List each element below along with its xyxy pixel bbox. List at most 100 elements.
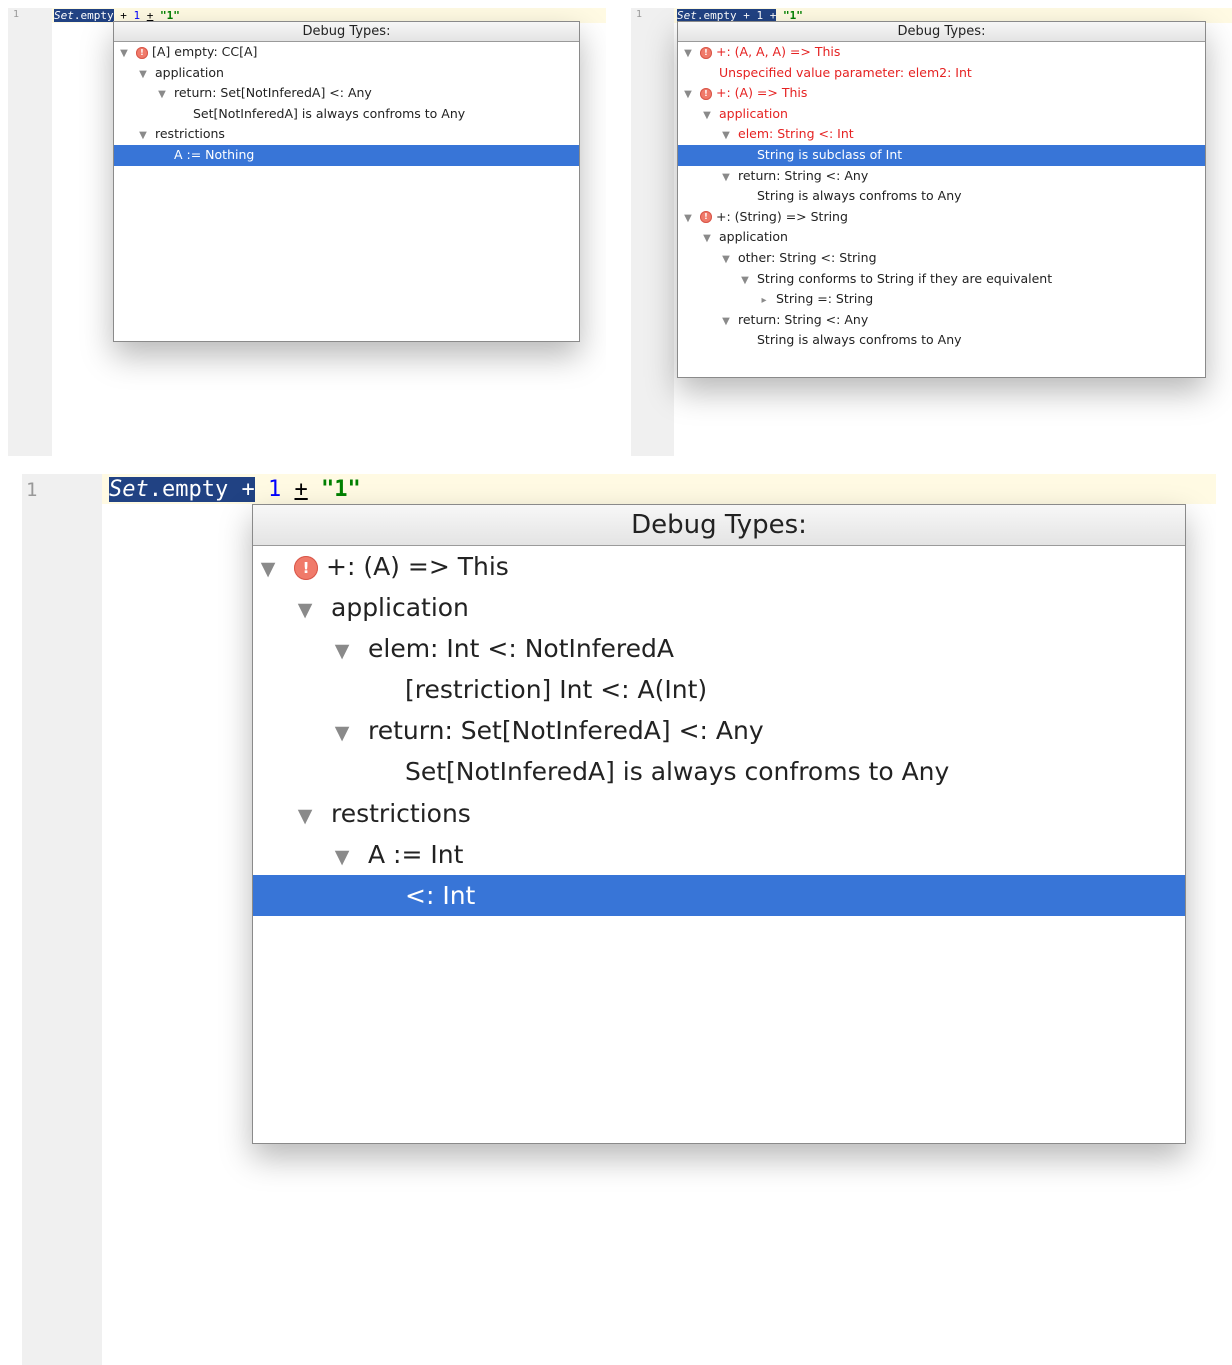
triangle-down-icon[interactable]: ▼ xyxy=(682,44,694,65)
tree-row[interactable]: ▼ return: String <: Any xyxy=(678,166,1205,187)
debug-tree[interactable]: ▼! [A] empty: CC[A] ▼ application ▼ return: S… xyxy=(114,42,579,166)
tree-row[interactable]: ▼Set[NotInferedA] is always confroms to … xyxy=(114,104,579,125)
tree-row-label: +: (A) => This xyxy=(326,552,509,581)
tree-row[interactable]: ▼ elem: String <: Int xyxy=(678,124,1205,145)
tree-row-label: [A] empty: CC[A] xyxy=(152,44,258,59)
editor-top-left: 1 Set.empty + 1 + "1" Debug Types: ▼! [A]… xyxy=(8,8,606,456)
line-number: 1 xyxy=(26,479,38,501)
tree-row[interactable]: ▼ application xyxy=(253,587,1185,628)
tree-row[interactable]: ▼ application xyxy=(678,227,1205,248)
line-number: 1 xyxy=(13,9,20,20)
tree-row-label: String conforms to String if they are eq… xyxy=(757,270,1053,286)
triangle-down-icon[interactable]: ▼ xyxy=(331,837,353,878)
tree-row-label: application xyxy=(719,229,788,245)
tree-row-label: A := Nothing xyxy=(174,146,255,162)
code-number: 1 xyxy=(267,477,282,502)
tree-row[interactable]: ▼[restriction] Int <: A(Int) xyxy=(253,669,1185,710)
tree-row[interactable]: ▼! [A] empty: CC[A] xyxy=(114,42,579,63)
triangle-down-icon[interactable]: ▼ xyxy=(701,106,713,127)
triangle-down-icon[interactable]: ▼ xyxy=(137,65,149,86)
popup-title: Debug Types: xyxy=(678,22,1205,42)
tree-row[interactable]: ▼! +: (A) => This xyxy=(678,83,1205,104)
editor-gutter xyxy=(22,474,102,1365)
triangle-down-icon[interactable]: ▼ xyxy=(294,590,316,631)
triangle-down-icon[interactable]: ▼ xyxy=(331,713,353,754)
triangle-right-icon[interactable]: ▸ xyxy=(758,291,770,312)
triangle-down-icon[interactable]: ▼ xyxy=(701,229,713,250)
triangle-down-icon[interactable]: ▼ xyxy=(739,271,751,292)
popup-title: Debug Types: xyxy=(114,22,579,42)
editor-bottom: 1 Set.empty + 1 + "1" Debug Types: ▼! +: … xyxy=(22,474,1216,1365)
triangle-down-icon[interactable]: ▼ xyxy=(682,209,694,230)
error-icon: ! xyxy=(700,46,712,59)
triangle-down-icon[interactable]: ▼ xyxy=(720,312,732,333)
triangle-down-icon[interactable]: ▼ xyxy=(156,85,168,106)
code-selection: Set.empty + xyxy=(109,477,255,502)
tree-row-label: String is always confroms to Any xyxy=(757,188,962,204)
tree-row-label: return: String <: Any xyxy=(738,167,869,183)
debug-tree[interactable]: ▼! +: (A) => This ▼ application ▼ elem: Int <… xyxy=(253,546,1185,916)
editor-top-right: 1 Set.empty + 1 + "1" Debug Types: ▼! +: … xyxy=(631,8,1232,456)
tree-row[interactable]: ▼ application xyxy=(114,63,579,84)
code-operator: + xyxy=(241,477,255,502)
tree-row[interactable]: ▼ return: Set[NotInferedA] <: Any xyxy=(114,83,579,104)
debug-tree[interactable]: ▼!+: (A, A, A) => This▼Unspecified value… xyxy=(678,42,1205,351)
tree-row-label: return: String <: Any xyxy=(738,311,869,327)
tree-row[interactable]: ▼ other: String <: String xyxy=(678,248,1205,269)
code-dot: . xyxy=(148,477,162,502)
tree-row-label: Unspecified value parameter: elem2: Int xyxy=(719,64,972,80)
triangle-down-icon[interactable]: ▼ xyxy=(720,126,732,147)
tree-row[interactable]: ▼ String conforms to String if they are e… xyxy=(678,269,1205,290)
tree-row[interactable]: ▼ restrictions xyxy=(114,124,579,145)
code-object: Set xyxy=(109,477,149,502)
tree-row-label: +: (A) => This xyxy=(716,85,808,101)
triangle-down-icon[interactable]: ▼ xyxy=(331,631,353,672)
triangle-down-icon[interactable]: ▼ xyxy=(294,796,316,837)
editor-gutter xyxy=(631,8,674,456)
tree-row[interactable]: ▼ restrictions xyxy=(253,793,1185,834)
code-selection: Set.empty xyxy=(54,9,114,22)
code-line[interactable]: Set.empty + 1 + "1" xyxy=(109,475,361,505)
code-method: empty xyxy=(162,477,229,502)
tree-row[interactable]: ▼Unspecified value parameter: elem2: Int xyxy=(678,63,1205,84)
tree-row[interactable]: ▼ elem: Int <: NotInferedA xyxy=(253,628,1185,669)
tree-row[interactable]: ▼! +: (A, A, A) => This xyxy=(678,42,1205,63)
tree-row[interactable]: ▼! +: (String) => String xyxy=(678,207,1205,228)
tree-row[interactable]: ▼A := Nothing xyxy=(114,144,579,166)
error-icon: ! xyxy=(700,211,712,224)
triangle-down-icon[interactable]: ▼ xyxy=(257,549,279,590)
tree-row[interactable]: ▼String is subclass of Int xyxy=(678,144,1205,166)
triangle-down-icon[interactable]: ▼ xyxy=(118,44,130,65)
tree-row-label: application xyxy=(719,105,788,121)
triangle-down-icon[interactable]: ▼ xyxy=(682,85,694,106)
debug-types-popup: Debug Types: ▼!+: (A, A, A) => This▼Unsp… xyxy=(677,21,1206,378)
tree-row-label: elem: Int <: NotInferedA xyxy=(368,634,674,664)
tree-row-label: String is subclass of Int xyxy=(757,146,903,162)
tree-row[interactable]: ▼ A := Int xyxy=(253,834,1185,875)
error-icon: ! xyxy=(136,46,148,59)
tree-row[interactable]: ▼<: Int xyxy=(253,874,1185,916)
code-operator: + xyxy=(294,477,308,502)
code-object: Set xyxy=(54,9,74,22)
tree-row[interactable]: ▼ return: String <: Any xyxy=(678,310,1205,331)
triangle-down-icon[interactable]: ▼ xyxy=(720,250,732,271)
tree-row[interactable]: ▼ application xyxy=(678,104,1205,125)
tree-row-label: [restriction] Int <: A(Int) xyxy=(405,675,708,705)
tree-row[interactable]: ▼! +: (A) => This xyxy=(253,546,1185,587)
tree-row-label: application xyxy=(155,64,224,80)
tree-row-label: String is always confroms to Any xyxy=(757,332,962,348)
debug-types-popup: Debug Types: ▼! [A] empty: CC[A] ▼ applicat… xyxy=(113,21,580,342)
tree-row[interactable]: ▼String is always confroms to Any xyxy=(678,330,1205,351)
tree-row-label: return: Set[NotInferedA] <: Any xyxy=(368,716,764,746)
triangle-down-icon[interactable]: ▼ xyxy=(720,168,732,189)
tree-row[interactable]: ▼ return: Set[NotInferedA] <: Any xyxy=(253,710,1185,751)
tree-row-label: Set[NotInferedA] is always confroms to A… xyxy=(193,105,466,121)
code-string: "1" xyxy=(320,477,361,502)
error-icon: ! xyxy=(294,556,318,580)
tree-row[interactable]: ▼Set[NotInferedA] is always confroms to … xyxy=(253,751,1185,792)
tree-row[interactable]: ▸ String =: String xyxy=(678,289,1205,310)
tree-row-label: Set[NotInferedA] is always confroms to A… xyxy=(405,757,950,787)
tree-row[interactable]: ▼String is always confroms to Any xyxy=(678,186,1205,207)
code-dot: . xyxy=(73,9,81,22)
triangle-down-icon[interactable]: ▼ xyxy=(137,126,149,147)
